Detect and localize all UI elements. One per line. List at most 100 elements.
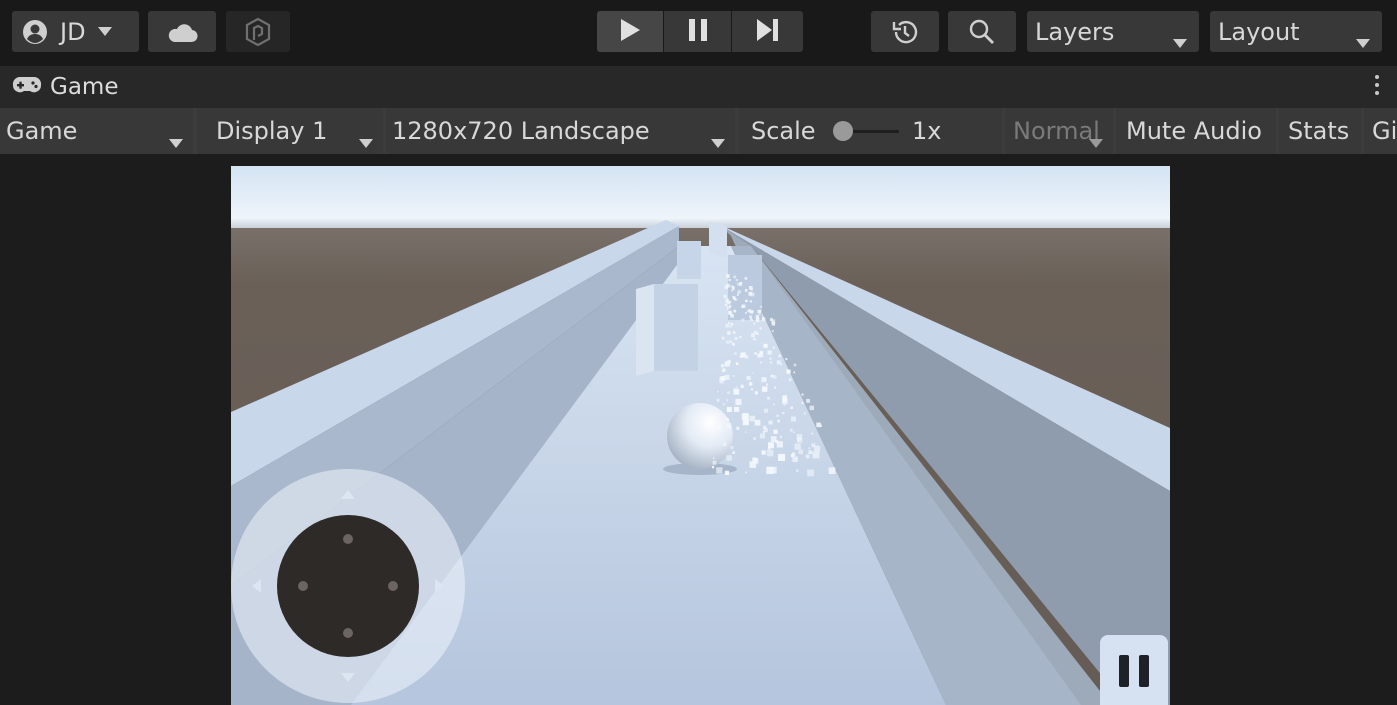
particle [796, 434, 803, 440]
particle [742, 419, 749, 426]
particle [778, 455, 783, 460]
particle [729, 325, 732, 328]
chevron-down-icon [1089, 126, 1103, 154]
step-button[interactable] [732, 11, 803, 52]
particle [794, 443, 801, 450]
particle [719, 377, 722, 380]
resolution-dropdown[interactable]: 1280x720 Landscape [386, 108, 735, 154]
particle [725, 340, 730, 344]
particle [741, 318, 745, 322]
display-dropdown[interactable]: Display 1 [197, 108, 383, 154]
particle [722, 442, 727, 447]
particle [712, 460, 717, 465]
tab-game[interactable]: Game [12, 66, 118, 108]
more-options-icon[interactable] [1373, 75, 1381, 99]
particle [732, 342, 735, 346]
obstacle-block [677, 241, 701, 279]
game-scene [231, 166, 1170, 705]
particle [769, 318, 773, 321]
particle [745, 311, 747, 314]
particle [803, 412, 806, 415]
particle [773, 375, 777, 379]
obstacle-block [654, 284, 698, 371]
play-button[interactable] [597, 11, 663, 52]
particle [748, 382, 753, 386]
particle [732, 296, 736, 299]
particle [725, 418, 729, 422]
view-mode-label: Game [6, 117, 78, 145]
particle [793, 363, 797, 367]
particle [760, 361, 763, 364]
view-mode-dropdown[interactable]: Game [0, 108, 193, 154]
particle [735, 362, 739, 365]
gamepad-icon [12, 76, 42, 98]
particle [828, 467, 836, 474]
account-button[interactable]: JD [12, 11, 139, 52]
pause-button[interactable] [664, 11, 731, 52]
game-viewport[interactable] [231, 166, 1170, 705]
chevron-down-icon [97, 27, 112, 36]
scale-label: Scale [751, 117, 816, 145]
particle [751, 319, 753, 321]
particle [731, 289, 733, 292]
particle [733, 275, 737, 279]
pause-icon [688, 18, 707, 45]
in-game-pause-button[interactable] [1100, 635, 1168, 705]
particle [763, 343, 768, 348]
particle [750, 288, 753, 291]
particle [725, 423, 732, 429]
particle [730, 322, 734, 326]
main-toolbar: JD Layers Layout [0, 0, 1397, 66]
gizmos-toggle[interactable]: Gizmos [1364, 108, 1397, 154]
particle [722, 368, 726, 372]
particle [729, 340, 733, 344]
collab-icon [244, 17, 272, 47]
particle [724, 470, 730, 475]
game-window-header: Game [0, 66, 1397, 108]
particle [751, 388, 753, 391]
particle [733, 309, 737, 313]
particle [766, 466, 774, 474]
aspect-dropdown[interactable]: Normal [1005, 108, 1113, 154]
particle [759, 327, 762, 330]
particle [735, 398, 742, 405]
particle [734, 352, 737, 355]
particle [725, 323, 730, 328]
layout-dropdown[interactable]: Layout [1210, 11, 1382, 52]
history-button[interactable] [871, 11, 939, 52]
scale-slider-handle[interactable] [833, 121, 853, 141]
particle [789, 428, 793, 432]
particle [783, 403, 786, 406]
particle [749, 415, 756, 422]
particle [798, 449, 803, 455]
mute-audio-toggle[interactable]: Mute Audio [1116, 108, 1276, 154]
collab-button[interactable] [226, 11, 290, 52]
search-button[interactable] [948, 11, 1016, 52]
stats-toggle[interactable]: Stats [1279, 108, 1361, 154]
layers-dropdown[interactable]: Layers [1027, 11, 1199, 52]
aspect-label: Normal [1013, 117, 1100, 145]
particle [793, 371, 796, 374]
mute-audio-label: Mute Audio [1126, 117, 1262, 145]
particle [758, 313, 761, 316]
particle [776, 360, 781, 365]
particle [744, 355, 749, 359]
particle [730, 285, 733, 288]
particle [745, 299, 748, 303]
particle [724, 304, 727, 306]
particle [753, 330, 757, 334]
particle [754, 352, 757, 355]
particle [773, 403, 775, 406]
particle [757, 309, 761, 314]
particle [739, 336, 742, 339]
cloud-button[interactable] [148, 11, 216, 52]
history-icon [891, 18, 919, 46]
particle [727, 359, 731, 364]
particle [767, 350, 772, 355]
particle [721, 364, 725, 368]
particle [808, 447, 811, 450]
playmode-controls [597, 11, 803, 52]
particle [727, 332, 731, 335]
particle [753, 322, 756, 325]
particle [749, 315, 753, 319]
